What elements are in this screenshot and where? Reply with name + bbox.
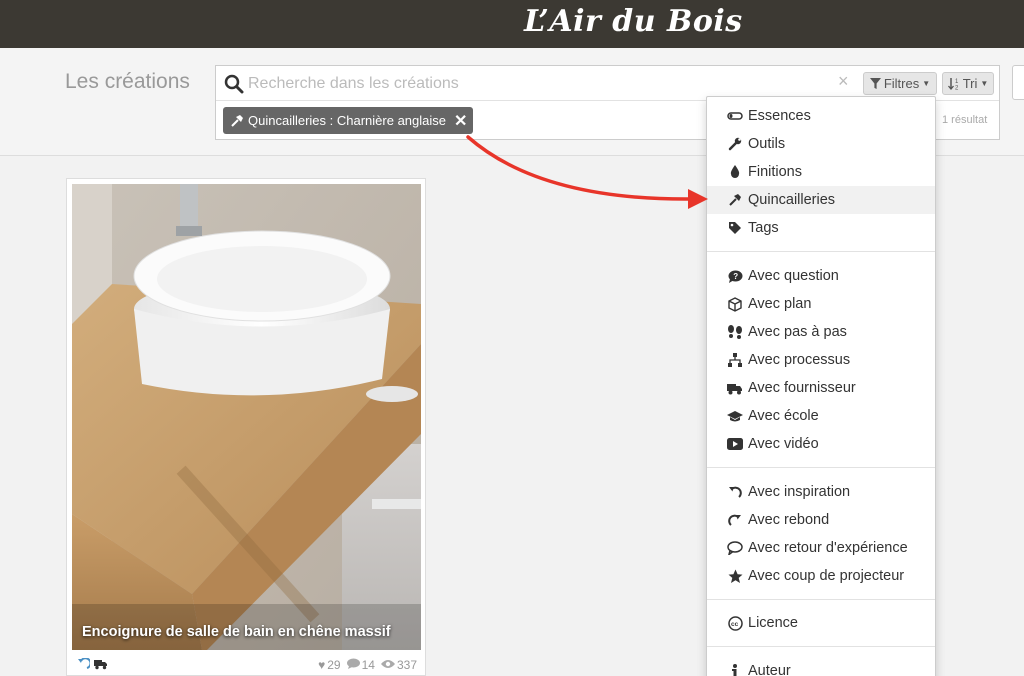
caret-down-icon: ▼ bbox=[922, 79, 931, 88]
filters-dropdown-menu: Essences Outils Finitions Quincailleries… bbox=[706, 96, 936, 676]
svg-text:cc: cc bbox=[731, 621, 739, 628]
menu-item-avec-inspiration[interactable]: Avec inspiration bbox=[707, 478, 935, 506]
heart-icon: ♥ bbox=[318, 658, 326, 672]
question-bubble-icon: ? bbox=[727, 268, 743, 284]
menu-divider bbox=[707, 467, 935, 468]
menu-item-finitions[interactable]: Finitions bbox=[707, 158, 935, 186]
menu-item-avec-coup-de-projecteur[interactable]: Avec coup de projecteur bbox=[707, 562, 935, 590]
truck-icon bbox=[94, 658, 108, 673]
creation-photo[interactable]: Encoignure de salle de bain en chêne mas… bbox=[72, 184, 421, 650]
page-title: Les créations bbox=[65, 70, 190, 93]
comment-icon bbox=[346, 658, 360, 672]
menu-item-avec-retour-experience[interactable]: Avec retour d'expérience bbox=[707, 534, 935, 562]
clear-search-icon[interactable]: × bbox=[838, 71, 849, 92]
sitemap-icon bbox=[727, 352, 743, 368]
active-filter-chip[interactable]: Quincailleries : Charnière anglaise ✕ bbox=[223, 107, 473, 134]
svg-text:?: ? bbox=[733, 272, 738, 281]
top-bar: L’Air du Bois bbox=[0, 0, 1024, 48]
menu-item-avec-fournisseur[interactable]: Avec fournisseur bbox=[707, 374, 935, 402]
menu-item-auteur[interactable]: Auteur bbox=[707, 657, 935, 676]
menu-item-avec-rebond[interactable]: Avec rebond bbox=[707, 506, 935, 534]
views-stat: 337 bbox=[380, 658, 417, 672]
remove-filter-icon[interactable]: ✕ bbox=[454, 111, 467, 131]
feedback-bubble-icon bbox=[727, 540, 743, 556]
hammer-icon bbox=[727, 192, 743, 208]
creation-card[interactable]: Encoignure de salle de bain en chêne mas… bbox=[66, 178, 426, 676]
creation-title[interactable]: Encoignure de salle de bain en chêne mas… bbox=[82, 624, 391, 640]
creative-commons-icon: cc bbox=[727, 615, 743, 631]
views-count: 337 bbox=[396, 658, 417, 672]
info-icon bbox=[727, 663, 743, 676]
funnel-icon bbox=[869, 78, 881, 89]
menu-item-avec-ecole[interactable]: Avec école bbox=[707, 402, 935, 430]
comments-stat: 14 bbox=[346, 658, 375, 672]
wrench-icon bbox=[727, 136, 743, 152]
caret-down-icon: ▼ bbox=[980, 79, 989, 88]
menu-divider bbox=[707, 646, 935, 647]
svg-text:1: 1 bbox=[955, 79, 959, 85]
card-stats: ♥ 29 14 337 bbox=[318, 658, 417, 672]
graduation-cap-icon bbox=[727, 408, 743, 424]
filters-label: Filtres bbox=[883, 76, 920, 91]
side-button[interactable] bbox=[1012, 65, 1024, 100]
undo-arrow-icon bbox=[727, 484, 743, 500]
search-input[interactable] bbox=[248, 72, 828, 96]
menu-item-quincailleries[interactable]: Quincailleries bbox=[707, 186, 935, 214]
menu-item-avec-question[interactable]: ? Avec question bbox=[707, 262, 935, 290]
active-filter-label: Quincailleries : Charnière anglaise bbox=[248, 113, 446, 128]
footsteps-icon bbox=[727, 324, 743, 340]
truck-icon bbox=[727, 380, 743, 396]
likes-stat: ♥ 29 bbox=[318, 658, 340, 672]
menu-item-outils[interactable]: Outils bbox=[707, 130, 935, 158]
result-count: 1 résultat bbox=[942, 114, 988, 126]
card-footer: ♥ 29 14 337 bbox=[72, 656, 421, 676]
menu-item-avec-pas-a-pas[interactable]: Avec pas à pas bbox=[707, 318, 935, 346]
likes-count: 29 bbox=[327, 658, 341, 672]
video-icon bbox=[727, 436, 743, 452]
menu-item-tags[interactable]: Tags bbox=[707, 214, 935, 242]
search-icon bbox=[224, 74, 244, 94]
star-icon bbox=[727, 568, 743, 584]
sort-label: Tri bbox=[962, 76, 978, 91]
undo-arrow-icon bbox=[77, 657, 92, 673]
card-badges bbox=[77, 657, 108, 673]
site-logo[interactable]: L’Air du Bois bbox=[524, 4, 743, 39]
comments-count: 14 bbox=[361, 658, 375, 672]
filters-button[interactable]: Filtres ▼ bbox=[863, 72, 937, 95]
redo-arrow-icon bbox=[727, 512, 743, 528]
hammer-icon bbox=[231, 114, 243, 127]
menu-item-avec-video[interactable]: Avec vidéo bbox=[707, 430, 935, 458]
sort-button[interactable]: 12 Tri ▼ bbox=[942, 72, 994, 95]
svg-text:2: 2 bbox=[955, 86, 959, 91]
menu-item-licence[interactable]: cc Licence bbox=[707, 609, 935, 637]
menu-item-avec-plan[interactable]: Avec plan bbox=[707, 290, 935, 318]
menu-item-avec-processus[interactable]: Avec processus bbox=[707, 346, 935, 374]
sort-icon: 12 bbox=[947, 78, 959, 91]
essence-icon bbox=[727, 108, 743, 124]
menu-divider bbox=[707, 599, 935, 600]
tag-icon bbox=[727, 220, 743, 236]
menu-divider bbox=[707, 251, 935, 252]
eye-icon bbox=[380, 658, 395, 672]
drop-icon bbox=[727, 164, 743, 180]
cube-icon bbox=[727, 296, 743, 312]
menu-item-essences[interactable]: Essences bbox=[707, 102, 935, 130]
